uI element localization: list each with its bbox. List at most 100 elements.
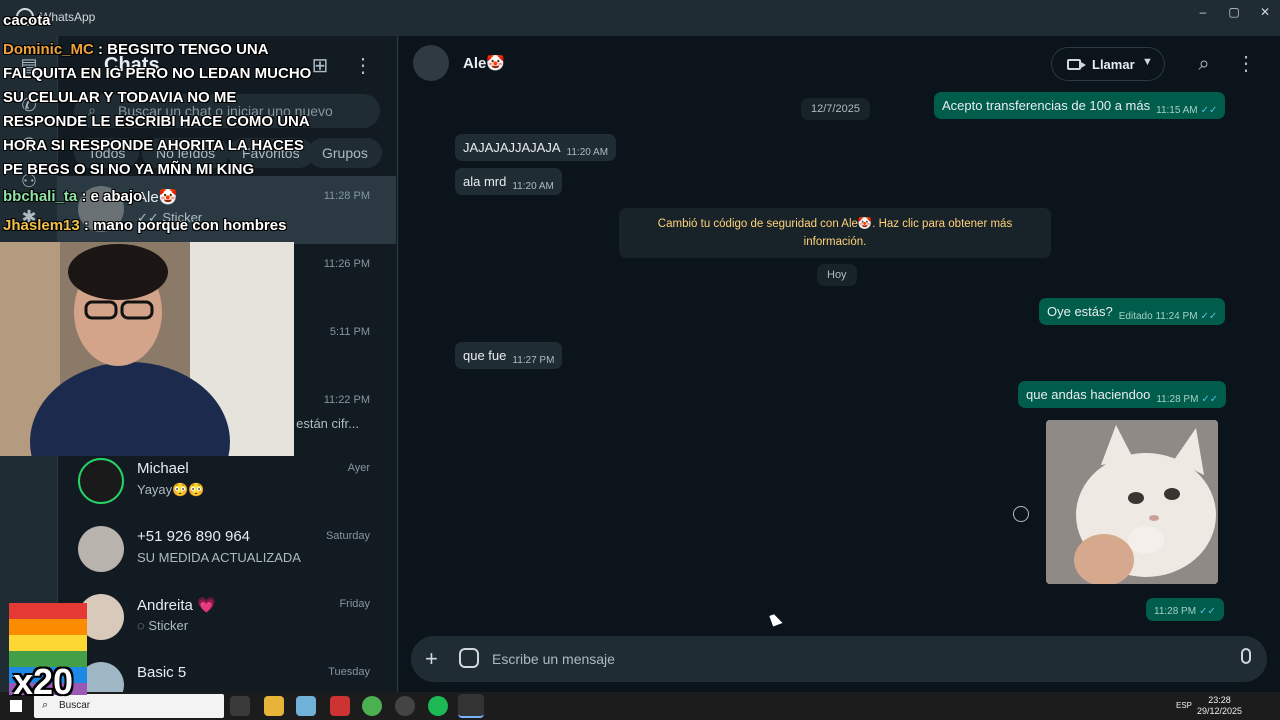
message-text: que andas haciendoo [1026,387,1151,402]
date-chip: Hoy [817,264,857,286]
call-label: Llamar [1092,57,1135,72]
chat-time: 11:28 PM [323,190,370,202]
stream-chat-user: Dominic_MC [3,41,94,58]
maximize-button[interactable]: ▢ [1217,2,1251,22]
stream-chat-text: : BEGSITO TENGO UNA [98,41,269,58]
message-time: 11:15 AM [1156,105,1198,116]
chat-item-andreita[interactable]: Andreita 💗 Friday ◌ Sticker [58,584,396,652]
contact-name[interactable]: Ale🤡 [463,54,505,72]
chat-preview: s están cifr... [286,416,359,431]
chat-item-basic5[interactable]: Basic 5 Tuesday [58,652,396,692]
message-time: 11:28 PM [1156,394,1199,405]
message-text: ala mrd [463,174,507,189]
minimize-button[interactable]: – [1186,2,1220,22]
obs-icon[interactable] [395,696,415,716]
stream-chat-line: PE BEGS O SI NO YA MÑN MI KING [3,161,254,178]
language-indicator[interactable]: ESP [1176,701,1192,710]
sticker-cat-image[interactable] [1046,420,1218,584]
message-bubble-in[interactable]: JAJAJAJJAJAJA 11:20 AM [455,134,617,161]
contact-avatar[interactable] [413,45,449,81]
stream-chat-line: SU CELULAR Y TODAVIA NO ME [3,89,236,106]
system-clock[interactable]: 23:28 29/12/2025 [1197,695,1242,717]
conversation-panel: Ale🤡 Llamar ▼ ⌕ ⋮ 12/7/2025 Acepto trans… [399,36,1280,692]
chat-name: Ale🤡 [137,189,178,206]
filter-groups[interactable]: Grupos [308,138,382,168]
date-chip: 12/7/2025 [801,98,870,120]
message-text: Acepto transferencias de 100 a más [942,98,1151,113]
chat-time: 11:22 PM [323,394,370,406]
cat-illustration [1046,420,1218,584]
chat-time: 5:11 PM [329,326,370,338]
chat-item-number[interactable]: +51 926 890 964 Saturday SU MEDIDA ACTUA… [58,516,396,584]
sticker-time-bubble: 11:28 PM ✓✓ [1146,598,1224,621]
message-bubble-in[interactable]: ala mrd 11:20 AM [455,168,562,195]
stream-chat-text: : e abajo [81,188,143,205]
clock-date: 29/12/2025 [1196,706,1242,716]
message-bubble-out[interactable]: Oye estás? Editado 11:24 PM ✓✓ [1039,298,1226,325]
task-view-icon[interactable] [230,696,250,716]
webcam-overlay [0,242,294,456]
search-icon[interactable]: ⌕ [1192,52,1216,76]
app-icon[interactable] [330,696,350,716]
stream-chat-line: Jhaslem13 : mano porque con hombres [3,217,286,234]
chat-name: Basic 5 [137,664,187,681]
stream-chat-line: FALQUITA EN IG PERO NO LEDAN MUCHO [3,65,311,82]
conversation-header: Ale🤡 Llamar ▼ ⌕ ⋮ [399,36,1280,92]
spotify-icon[interactable] [428,696,448,716]
react-emoji-icon[interactable] [1013,506,1029,522]
message-time: Editado 11:24 PM [1118,311,1198,322]
sticker-emoji-icon[interactable] [459,648,479,668]
menu-kebab-icon[interactable]: ⋮ [1234,52,1258,76]
chat-name: Michael [137,460,189,477]
read-receipt-icon: ✓✓ [1201,394,1219,405]
webcam-illustration [0,242,294,456]
stream-chat-text: cacota [3,12,51,29]
avatar [78,458,124,504]
message-time: 11:28 PM [1154,606,1197,617]
new-chat-icon[interactable]: ⊞ [308,54,332,78]
avatar [78,526,124,572]
chat-preview-text: Sticker [148,618,189,633]
chat-time: Tuesday [328,666,370,678]
stream-chat-text: FALQUITA EN IG PERO NO LEDAN MUCHO [3,65,312,82]
app-icon[interactable] [296,696,316,716]
clock-time: 23:28 [1208,695,1231,705]
sticker-icon: ◌ [137,618,149,633]
stream-chat-line: cacota [3,12,51,29]
message-bubble-out[interactable]: Acepto transferencias de 100 a más 11:15 … [934,92,1226,119]
stream-chat-line: bbchali_ta : e abajo [3,188,142,205]
message-text: JAJAJAJJAJAJA [463,140,561,155]
message-bubble-out[interactable]: que andas haciendoo 11:28 PM ✓✓ [1018,381,1227,408]
message-time: 11:20 AM [512,181,554,192]
stream-chat-text: RESPONDE LE ESCRIBI HACE COMO UNA [3,113,310,130]
file-explorer-icon[interactable] [264,696,284,716]
close-button[interactable]: ✕ [1248,2,1280,22]
chat-item-michael[interactable]: Michael Ayer Yayay😳😳 [58,448,396,516]
stream-chat-user: bbchali_ta [3,188,78,205]
message-bubble-in[interactable]: que fue 11:27 PM [455,342,563,369]
chat-name: Andreita 💗 [137,597,216,614]
message-text: Oye estás? [1047,304,1113,319]
message-input[interactable]: Escribe un mensaje [492,651,615,667]
whatsapp-taskbar-icon[interactable] [458,694,484,718]
call-button[interactable]: Llamar ▼ [1051,47,1165,81]
chat-preview: Yayay😳😳 [137,482,205,497]
stream-chat-line: RESPONDE LE ESCRIBI HACE COMO UNA [3,113,310,130]
chat-name: +51 926 890 964 [137,528,251,545]
read-receipt-icon: ✓✓ [1199,606,1216,617]
chat-time: 11:26 PM [323,258,370,270]
security-code-notice[interactable]: Cambió tu código de seguridad con Ale🤡. … [619,208,1051,258]
chat-time: Saturday [325,530,370,542]
chat-preview: SU MEDIDA ACTUALIZADA [137,550,301,565]
menu-kebab-icon[interactable]: ⋮ [351,54,375,78]
microphone-icon[interactable] [1241,648,1251,664]
stream-chat-text: SU CELULAR Y TODAVIA NO ME [3,89,237,106]
chrome-icon[interactable] [362,696,382,716]
title-bar: WhatsApp – ▢ ✕ [0,0,1280,36]
message-composer: + Escribe un mensaje [411,636,1267,682]
message-time: 11:20 AM [566,147,609,158]
read-receipt-icon: ✓✓ [1200,311,1218,322]
attach-plus-icon[interactable]: + [425,646,438,672]
mouse-cursor-icon [769,612,783,627]
stream-chat-line: HORA SI RESPONDE AHORITA LA HACES [3,137,304,154]
